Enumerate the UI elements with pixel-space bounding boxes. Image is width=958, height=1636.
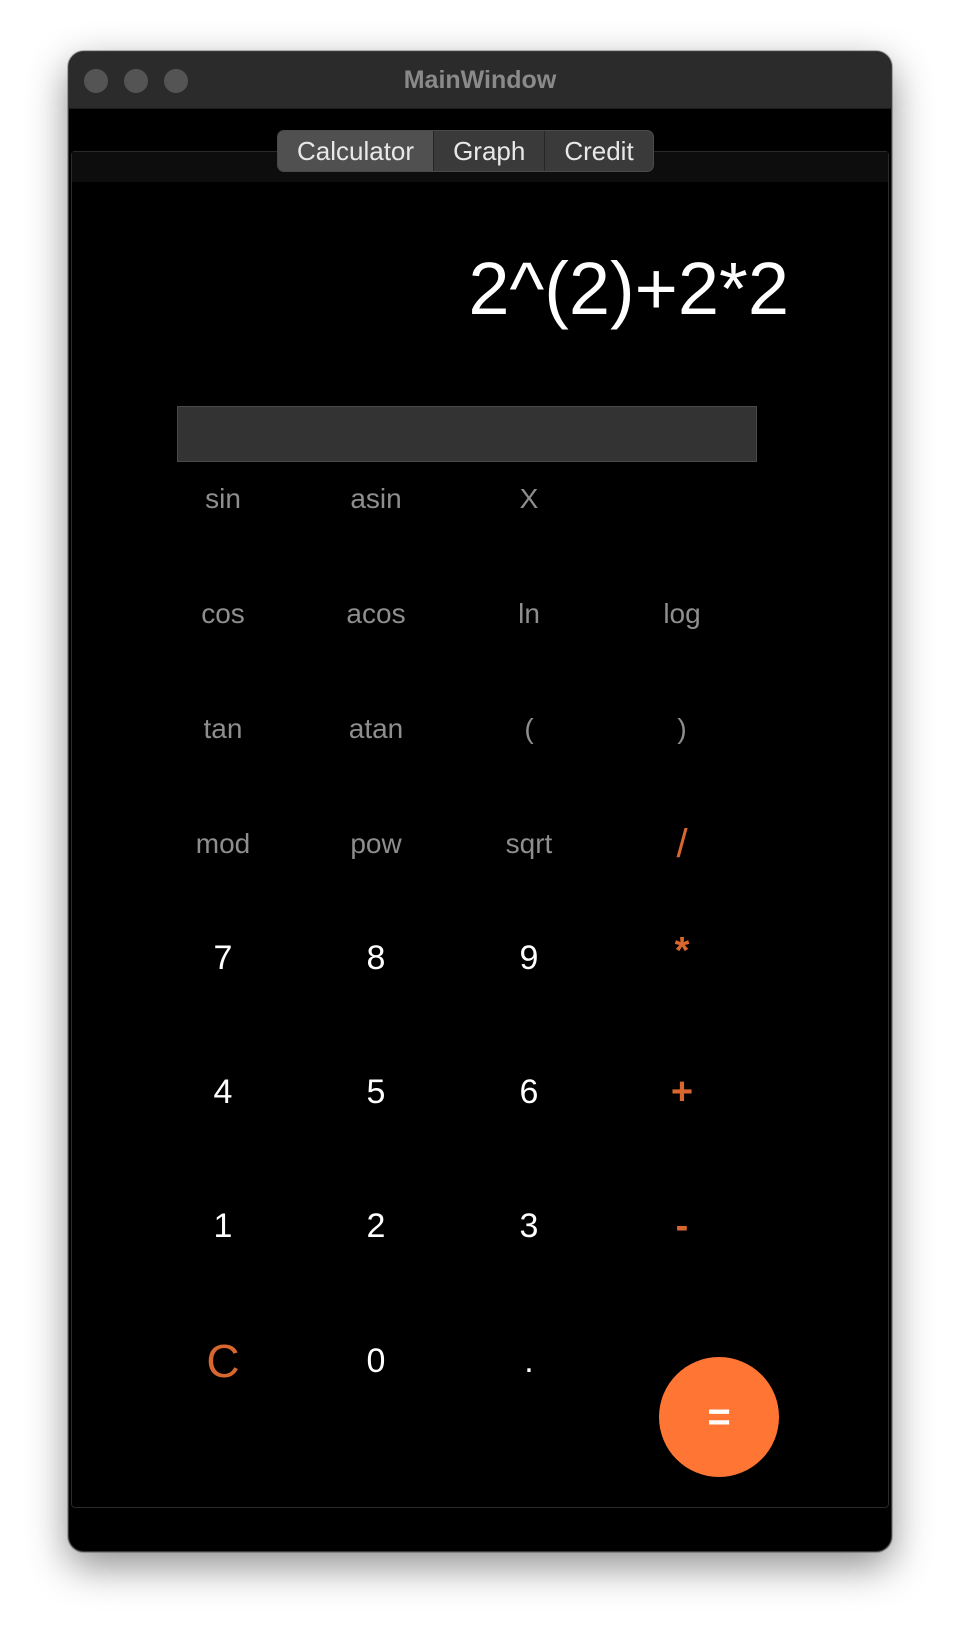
open-paren-button[interactable]: ( <box>469 694 589 764</box>
clear-button[interactable]: C <box>163 1326 283 1396</box>
expression-display: 2^(2)+2*2 <box>468 247 789 330</box>
digit-8-button[interactable]: 8 <box>316 923 436 993</box>
sin-button[interactable]: sin <box>163 464 283 534</box>
acos-button[interactable]: acos <box>316 579 436 649</box>
digit-7-button[interactable]: 7 <box>163 923 283 993</box>
log-button[interactable]: log <box>622 579 742 649</box>
digit-4-button[interactable]: 4 <box>163 1057 283 1127</box>
tab-calculator[interactable]: Calculator <box>278 131 435 171</box>
asin-button[interactable]: asin <box>316 464 436 534</box>
tab-credit[interactable]: Credit <box>545 131 652 171</box>
digit-5-button[interactable]: 5 <box>316 1057 436 1127</box>
decimal-point-button[interactable]: . <box>469 1326 589 1396</box>
tab-bar: Calculator Graph Credit <box>277 130 654 172</box>
plus-button[interactable]: + <box>622 1057 742 1127</box>
digit-2-button[interactable]: 2 <box>316 1191 436 1261</box>
digit-1-button[interactable]: 1 <box>163 1191 283 1261</box>
main-window: MainWindow Calculator Graph Credit 2^(2)… <box>68 51 892 1552</box>
mod-button[interactable]: mod <box>163 809 283 879</box>
equals-button[interactable]: = <box>659 1357 779 1477</box>
atan-button[interactable]: atan <box>316 694 436 764</box>
digit-0-button[interactable]: 0 <box>316 1326 436 1396</box>
pow-button[interactable]: pow <box>316 809 436 879</box>
title-bar[interactable]: MainWindow <box>69 52 891 109</box>
window-title: MainWindow <box>403 66 557 94</box>
sqrt-button[interactable]: sqrt <box>469 809 589 879</box>
multiply-button[interactable]: * <box>622 916 742 986</box>
tan-button[interactable]: tan <box>163 694 283 764</box>
tab-graph[interactable]: Graph <box>434 131 546 171</box>
x-value-input[interactable] <box>177 406 757 462</box>
minus-button[interactable]: - <box>622 1191 742 1261</box>
digit-6-button[interactable]: 6 <box>469 1057 589 1127</box>
divide-button[interactable]: / <box>622 809 742 879</box>
close-paren-button[interactable]: ) <box>622 694 742 764</box>
cos-button[interactable]: cos <box>163 579 283 649</box>
digit-3-button[interactable]: 3 <box>469 1191 589 1261</box>
ln-button[interactable]: ln <box>469 579 589 649</box>
digit-9-button[interactable]: 9 <box>469 923 589 993</box>
x-variable-button[interactable]: X <box>469 464 589 534</box>
